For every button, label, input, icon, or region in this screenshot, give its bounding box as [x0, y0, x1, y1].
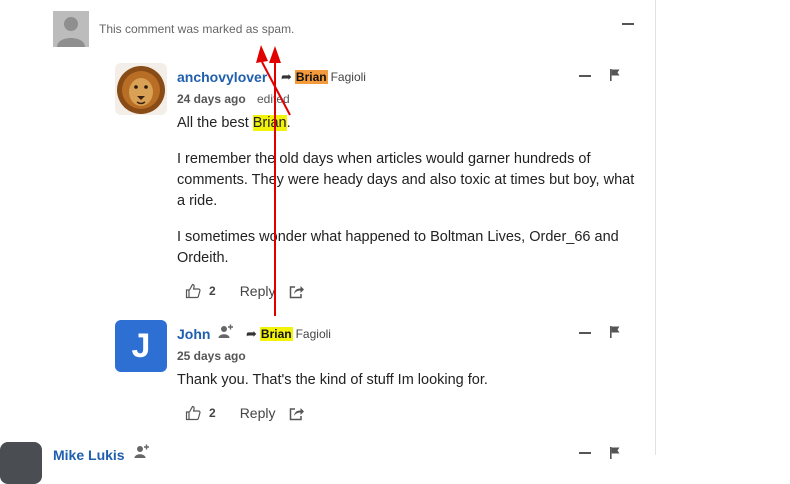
body-paragraph: I sometimes wonder what happened to Bolt… [177, 229, 619, 266]
reply-to-link[interactable]: ➦ Brian Fagioli [281, 69, 366, 85]
avatar [53, 11, 89, 47]
comment-body: Thank you. That's the kind of stuff Im l… [177, 372, 488, 388]
collapse-button[interactable] [579, 332, 591, 334]
collapse-button[interactable] [579, 452, 591, 454]
reply-to-highlight: Brian [259, 327, 293, 341]
flag-icon[interactable] [609, 447, 621, 459]
collapse-button[interactable] [622, 23, 634, 25]
reply-button[interactable]: Reply [240, 283, 276, 299]
body-paragraph: I remember the old days when articles wo… [177, 151, 635, 209]
like-count: 2 [209, 406, 216, 420]
comment-date[interactable]: 24 days ago [177, 92, 246, 106]
user-silhouette-icon [57, 17, 85, 47]
reply-to-name: Fagioli [330, 70, 366, 84]
like-count: 2 [209, 284, 216, 298]
reply-to-highlight: Brian [294, 70, 328, 84]
avatar[interactable] [115, 63, 167, 115]
comment-actions: 2 Reply [185, 283, 305, 299]
annotation-arrowhead [269, 46, 281, 63]
comment-author[interactable]: Mike Lukis [53, 447, 125, 463]
lion-avatar-icon [115, 63, 167, 115]
follow-user-icon[interactable] [218, 324, 234, 338]
flag-icon[interactable] [609, 326, 621, 338]
avatar-letter: J [131, 326, 151, 365]
avatar[interactable]: J [115, 320, 167, 372]
flag-icon[interactable] [609, 69, 621, 81]
annotation-arrowhead [256, 45, 268, 63]
edited-label: edited [257, 92, 290, 106]
reply-to-link[interactable]: ➦ Brian Fagioli [246, 326, 331, 342]
comment-author[interactable]: John [177, 326, 210, 342]
follow-user-icon[interactable] [134, 444, 150, 458]
search-highlight: Brian [252, 115, 287, 131]
spam-notice: This comment was marked as spam. [99, 22, 295, 36]
body-text: All the best [177, 115, 253, 131]
collapse-button[interactable] [579, 75, 591, 77]
share-icon[interactable] [289, 406, 305, 421]
reply-button[interactable]: Reply [240, 405, 276, 421]
comment-body: All the best Brian. I remember the old d… [177, 113, 637, 284]
body-text: . [286, 115, 291, 131]
comment-date[interactable]: 25 days ago [177, 349, 246, 363]
avatar[interactable] [0, 442, 42, 484]
comment-author[interactable]: anchovylover [177, 69, 267, 85]
thumbs-up-icon[interactable] [185, 283, 201, 299]
reply-to-name: Fagioli [295, 327, 331, 341]
thumbs-up-icon[interactable] [185, 405, 201, 421]
reply-arrow-icon: ➦ [281, 69, 292, 84]
column-divider [655, 0, 656, 455]
comment-actions: 2 Reply [185, 405, 305, 421]
share-icon[interactable] [289, 284, 305, 299]
reply-arrow-icon: ➦ [246, 326, 257, 341]
